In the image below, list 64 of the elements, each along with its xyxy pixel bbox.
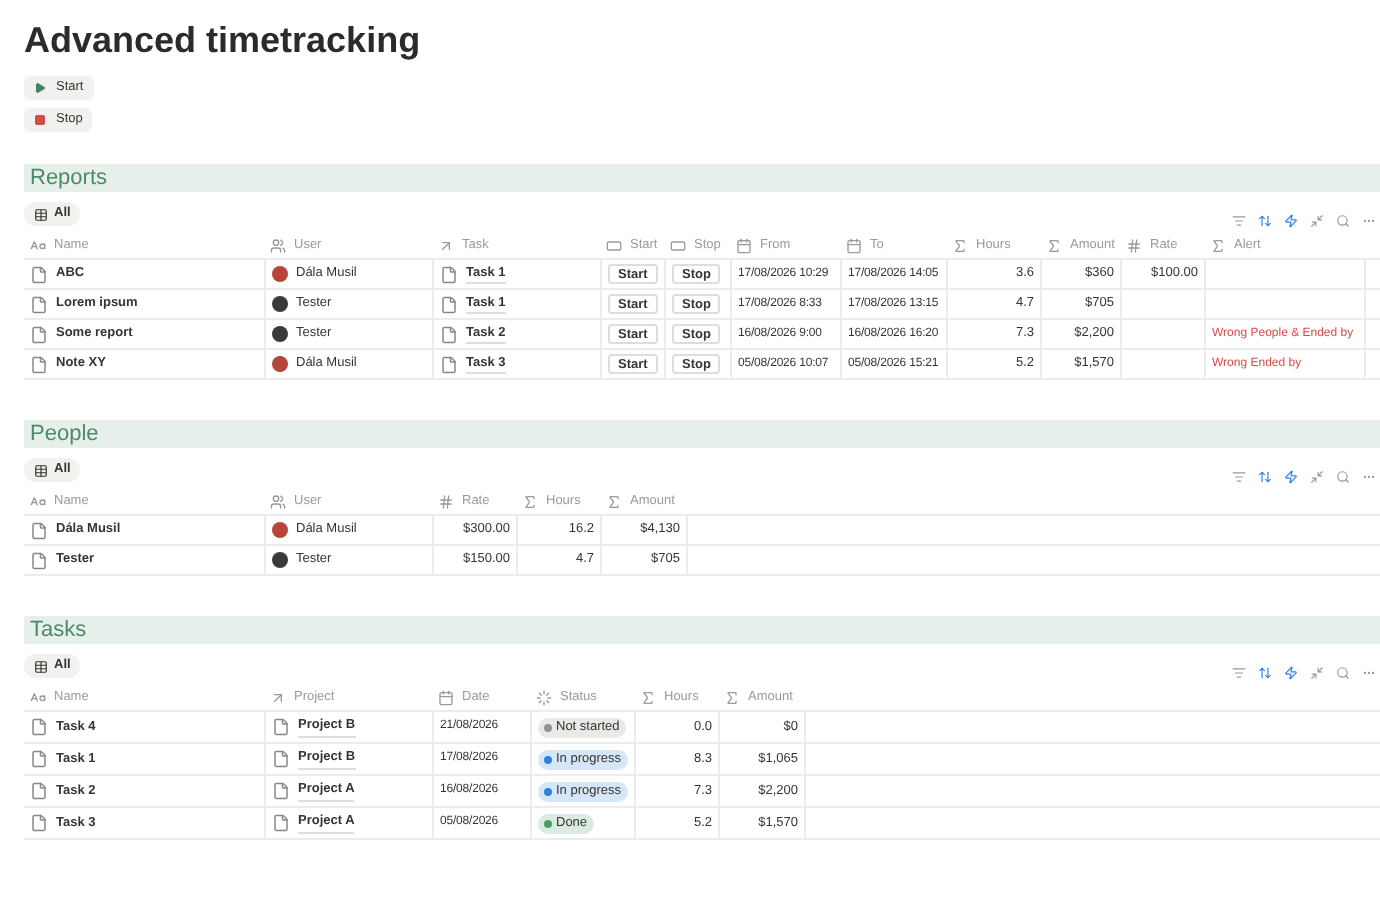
page-icon [272, 782, 290, 800]
table-icon [34, 207, 48, 221]
sort-icon[interactable] [1258, 469, 1272, 483]
arrow-icon [270, 689, 286, 705]
page-icon [440, 325, 458, 343]
sigma-icon [724, 689, 740, 705]
button-type-icon [606, 237, 622, 253]
page-icon [30, 718, 48, 736]
status-icon [536, 689, 552, 705]
page-icon [272, 718, 290, 736]
sigma-icon [1046, 237, 1062, 253]
search-icon[interactable] [1336, 469, 1350, 483]
page-icon [272, 814, 290, 832]
sigma-icon [952, 237, 968, 253]
text-type-icon [30, 237, 46, 253]
arrows-icon[interactable] [1310, 213, 1324, 227]
page-icon [272, 750, 290, 768]
hash-icon [1126, 237, 1142, 253]
play-icon [34, 82, 46, 94]
button-type-icon [670, 237, 686, 253]
arrow-icon [438, 237, 454, 253]
stop-icon [34, 114, 46, 126]
page-icon [30, 782, 48, 800]
sigma-icon [606, 493, 622, 509]
table-icon [34, 463, 48, 477]
page-icon [30, 814, 48, 832]
page-icon [30, 521, 48, 539]
text-type-icon [30, 493, 46, 509]
page-icon [30, 325, 48, 343]
people-icon [270, 493, 286, 509]
filter-icon[interactable] [1232, 213, 1246, 227]
page-icon [30, 265, 48, 283]
people-icon [270, 237, 286, 253]
lightning-icon[interactable] [1284, 665, 1298, 679]
table-icon [34, 659, 48, 673]
section-title: People [30, 420, 99, 448]
lightning-icon[interactable] [1284, 213, 1298, 227]
sort-icon[interactable] [1258, 213, 1272, 227]
hash-icon [438, 493, 454, 509]
page-icon [30, 750, 48, 768]
page-icon [440, 295, 458, 313]
sigma-icon [522, 493, 538, 509]
page-title: Advanced timetracking [24, 18, 423, 64]
calendar-icon [736, 237, 752, 253]
page-icon [30, 295, 48, 313]
page-icon [440, 355, 458, 373]
page-icon [30, 551, 48, 569]
text-type-icon [30, 689, 46, 705]
section-title: Tasks [30, 616, 87, 644]
sigma-icon [640, 689, 656, 705]
calendar-icon [846, 237, 862, 253]
sigma-icon [1210, 237, 1226, 253]
arrows-icon[interactable] [1310, 665, 1324, 679]
section-title: Reports [30, 164, 108, 192]
search-icon[interactable] [1336, 213, 1350, 227]
calendar-icon [438, 689, 454, 705]
sort-icon[interactable] [1258, 665, 1272, 679]
filter-icon[interactable] [1232, 469, 1246, 483]
arrows-icon[interactable] [1310, 469, 1324, 483]
filter-icon[interactable] [1232, 665, 1246, 679]
lightning-icon[interactable] [1284, 469, 1298, 483]
search-icon[interactable] [1336, 665, 1350, 679]
page-icon [440, 265, 458, 283]
page-icon [30, 355, 48, 373]
